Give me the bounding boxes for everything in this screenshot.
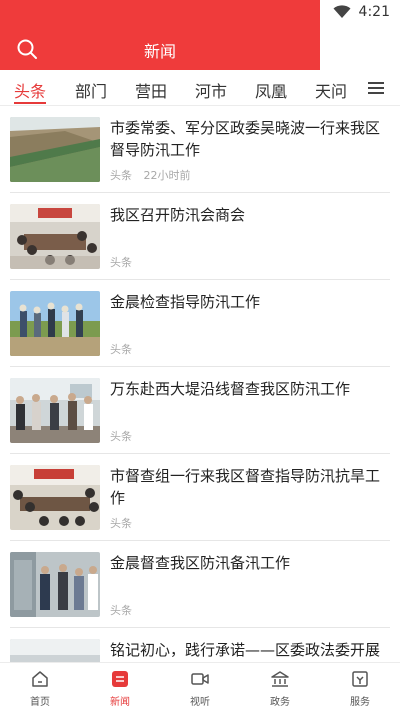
- article-meta: 头条 22小时前: [110, 167, 191, 183]
- nav-news[interactable]: 新闻: [80, 663, 160, 710]
- category-tabs: 头条 部门 营田 河市 凤凰 天问: [0, 70, 400, 106]
- tab-yingtian[interactable]: 营田: [135, 78, 167, 102]
- article-thumbnail: [10, 378, 100, 443]
- nav-home[interactable]: 首页: [0, 663, 80, 710]
- article-meta: 头条: [110, 515, 132, 531]
- service-icon: [352, 671, 368, 687]
- nav-service[interactable]: 服务: [320, 663, 400, 710]
- article-tag: 头条: [110, 256, 132, 269]
- home-icon: [32, 671, 48, 687]
- article-thumbnail: [10, 639, 100, 662]
- article-thumbnail: [10, 291, 100, 356]
- article-title: 铭记初心，践行承诺——区委政法委开展: [110, 641, 381, 659]
- tab-bumen[interactable]: 部门: [75, 78, 107, 102]
- article-meta: 头条: [110, 254, 132, 270]
- article-tag: 头条: [110, 430, 132, 443]
- list-item[interactable]: 市督查组一行来我区督查指导防汛抗旱工作 头条: [0, 454, 400, 541]
- article-tag: 头条: [110, 169, 132, 182]
- wifi-icon: [333, 5, 351, 18]
- news-list: 市委常委、军分区政委吴晓波一行来我区督导防汛工作 头条 22小时前 我区召开防汛…: [0, 106, 400, 662]
- list-item[interactable]: 万东赴西大堤沿线督查我区防汛工作 头条: [0, 367, 400, 454]
- list-item[interactable]: 我区召开防汛会商会 头条: [0, 193, 400, 280]
- article-tag: 头条: [110, 517, 132, 530]
- nav-government[interactable]: 政务: [240, 663, 320, 710]
- app-header: 新闻: [0, 28, 320, 70]
- menu-icon[interactable]: [368, 82, 384, 94]
- article-title: 我区召开防汛会商会: [110, 206, 246, 224]
- nav-video[interactable]: 视听: [160, 663, 240, 710]
- article-thumbnail: [10, 552, 100, 617]
- tab-heshi[interactable]: 河市: [195, 78, 227, 102]
- video-icon: [191, 673, 209, 685]
- bottom-nav: 首页 新闻 视听 政务 服务: [0, 662, 400, 710]
- article-thumbnail: [10, 465, 100, 530]
- tab-toutiao[interactable]: 头条: [14, 78, 46, 102]
- nav-home-label: 首页: [30, 697, 50, 708]
- list-item[interactable]: 铭记初心，践行承诺——区委政法委开展: [0, 628, 400, 662]
- status-bar: 4:21: [0, 0, 400, 28]
- news-icon: [112, 671, 128, 687]
- article-thumbnail: [10, 117, 100, 182]
- nav-news-label: 新闻: [110, 697, 130, 708]
- list-item[interactable]: 金晨检查指导防汛工作 头条: [0, 280, 400, 367]
- article-title: 金晨检查指导防汛工作: [110, 293, 261, 311]
- active-tab-indicator: [14, 102, 46, 104]
- page-title: 新闻: [143, 42, 176, 61]
- nav-government-label: 政务: [270, 697, 290, 708]
- article-title: 万东赴西大堤沿线督查我区防汛工作: [110, 380, 351, 398]
- nav-service-label: 服务: [350, 697, 370, 708]
- list-item[interactable]: 市委常委、军分区政委吴晓波一行来我区督导防汛工作 头条 22小时前: [0, 106, 400, 193]
- article-tag: 头条: [110, 604, 132, 617]
- article-tag: 头条: [110, 343, 132, 356]
- government-icon: [271, 671, 289, 687]
- nav-video-label: 视听: [190, 697, 210, 708]
- article-meta: 头条: [110, 341, 132, 357]
- status-time: 4:21: [358, 4, 390, 20]
- article-thumbnail: [10, 204, 100, 269]
- article-time: 22小时前: [143, 169, 191, 182]
- article-title: 市委常委、军分区政委吴晓波一行来我区督导防汛工作: [110, 119, 381, 159]
- article-title: 市督查组一行来我区督查指导防汛抗旱工作: [110, 467, 381, 507]
- article-title: 金晨督查我区防汛备汛工作: [110, 554, 291, 572]
- article-meta: 头条: [110, 428, 132, 444]
- tab-tianwen[interactable]: 天问: [315, 78, 347, 102]
- list-item[interactable]: 金晨督查我区防汛备汛工作 头条: [0, 541, 400, 628]
- tab-fenghuang[interactable]: 凤凰: [255, 78, 287, 102]
- article-meta: 头条: [110, 602, 132, 618]
